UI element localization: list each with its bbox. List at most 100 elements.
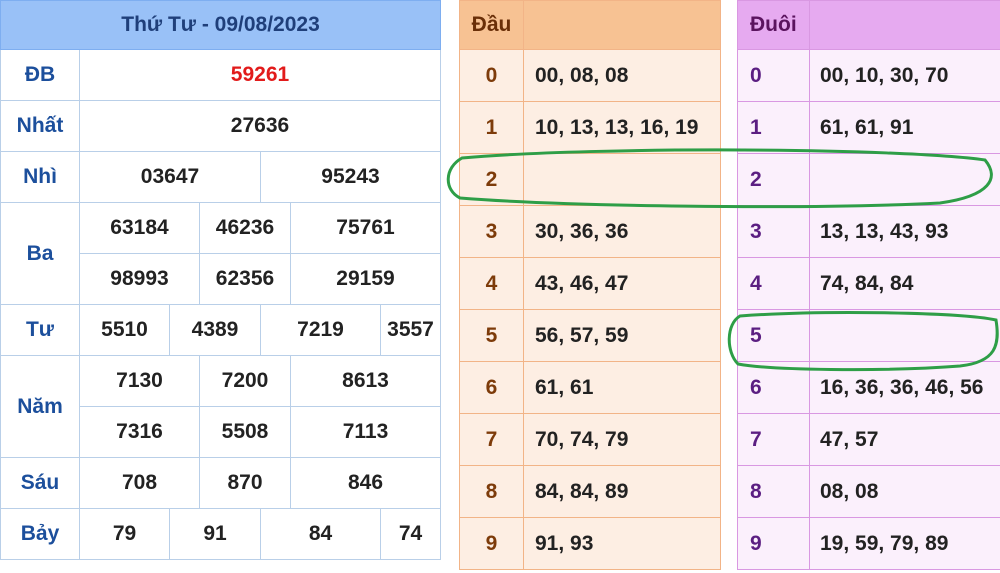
prize-number: 3557 bbox=[380, 304, 441, 356]
duoi-row: 7 47, 57 bbox=[737, 413, 1000, 466]
dau-row: 3 30, 36, 36 bbox=[459, 205, 721, 258]
prize-number: 91 bbox=[169, 508, 261, 560]
duoi-numbers: 74, 84, 84 bbox=[809, 257, 1000, 310]
prize-number: 74 bbox=[380, 508, 441, 560]
duoi-row: 8 08, 08 bbox=[737, 465, 1000, 518]
prize-row-sau: Sáu 708 870 846 bbox=[0, 457, 441, 509]
duoi-digit: 4 bbox=[737, 257, 810, 310]
dau-row: 8 84, 84, 89 bbox=[459, 465, 721, 518]
dau-numbers: 00, 08, 08 bbox=[523, 49, 721, 102]
prize-number: 98993 bbox=[79, 253, 200, 305]
prize-number: 846 bbox=[290, 457, 441, 509]
prize-number: 29159 bbox=[290, 253, 441, 305]
dau-numbers: 70, 74, 79 bbox=[523, 413, 721, 466]
prize-number: 4389 bbox=[169, 304, 261, 356]
prize-row-bay: Bảy 79 91 84 74 bbox=[0, 508, 441, 560]
prize-number: 95243 bbox=[260, 151, 441, 203]
prize-label: Nhất bbox=[0, 100, 80, 152]
duoi-digit: 0 bbox=[737, 49, 810, 102]
prize-number: 708 bbox=[79, 457, 200, 509]
dau-digit: 2 bbox=[459, 153, 524, 206]
prize-row-db: ĐB 59261 bbox=[0, 49, 441, 101]
duoi-numbers: 16, 36, 36, 46, 56 bbox=[809, 361, 1000, 414]
duoi-digit: 9 bbox=[737, 517, 810, 570]
dau-header-blank bbox=[523, 0, 721, 50]
results-title: Thứ Tư - 09/08/2023 bbox=[0, 0, 441, 50]
duoi-row: 1 61, 61, 91 bbox=[737, 101, 1000, 154]
dau-numbers bbox=[523, 153, 721, 206]
dau-digit: 1 bbox=[459, 101, 524, 154]
duoi-header: Đuôi bbox=[737, 0, 810, 50]
prize-row-nhat: Nhất 27636 bbox=[0, 100, 441, 152]
dau-row: 0 00, 08, 08 bbox=[459, 49, 721, 102]
prize-number: 75761 bbox=[290, 202, 441, 254]
dau-numbers: 91, 93 bbox=[523, 517, 721, 570]
dau-numbers: 10, 13, 13, 16, 19 bbox=[523, 101, 721, 154]
prize-number: 7113 bbox=[290, 406, 441, 458]
prize-number: 7219 bbox=[260, 304, 381, 356]
prize-label: Bảy bbox=[0, 508, 80, 560]
prize-number: 46236 bbox=[199, 202, 291, 254]
duoi-header-blank bbox=[809, 0, 1000, 50]
duoi-digit: 2 bbox=[737, 153, 810, 206]
duoi-digit: 8 bbox=[737, 465, 810, 518]
dau-digit: 8 bbox=[459, 465, 524, 518]
dau-digit: 0 bbox=[459, 49, 524, 102]
prize-number: 62356 bbox=[199, 253, 291, 305]
dau-digit: 4 bbox=[459, 257, 524, 310]
prize-row-nam: Năm 7130 7200 8613 bbox=[0, 355, 441, 458]
duoi-numbers: 19, 59, 79, 89 bbox=[809, 517, 1000, 570]
dau-digit: 7 bbox=[459, 413, 524, 466]
duoi-digit: 3 bbox=[737, 205, 810, 258]
special-prize-number: 59261 bbox=[79, 49, 441, 101]
dau-row: 7 70, 74, 79 bbox=[459, 413, 721, 466]
dau-numbers: 61, 61 bbox=[523, 361, 721, 414]
prize-number: 8613 bbox=[290, 355, 441, 407]
duoi-numbers: 61, 61, 91 bbox=[809, 101, 1000, 154]
dau-row: 2 bbox=[459, 153, 721, 206]
duoi-row: 0 00, 10, 30, 70 bbox=[737, 49, 1000, 102]
duoi-row: 6 16, 36, 36, 46, 56 bbox=[737, 361, 1000, 414]
prize-row-ba: Ba 63184 46236 75761 bbox=[0, 202, 441, 305]
dau-row: 6 61, 61 bbox=[459, 361, 721, 414]
duoi-row: 4 74, 84, 84 bbox=[737, 257, 1000, 310]
duoi-digit: 5 bbox=[737, 309, 810, 362]
prize-row-nhi: Nhì 03647 95243 bbox=[0, 151, 441, 203]
dau-digit: 5 bbox=[459, 309, 524, 362]
prize-number: 5510 bbox=[79, 304, 170, 356]
dau-row: 5 56, 57, 59 bbox=[459, 309, 721, 362]
duoi-digit: 6 bbox=[737, 361, 810, 414]
prize-number: 7200 bbox=[199, 355, 291, 407]
duoi-numbers bbox=[809, 153, 1000, 206]
prize-number: 5508 bbox=[199, 406, 291, 458]
prize-label: Ba bbox=[0, 202, 80, 305]
duoi-numbers: 08, 08 bbox=[809, 465, 1000, 518]
prize-number: 7130 bbox=[79, 355, 200, 407]
prize-number: 63184 bbox=[79, 202, 200, 254]
prize-label: Sáu bbox=[0, 457, 80, 509]
prize-number: 870 bbox=[199, 457, 291, 509]
prize-label: Năm bbox=[0, 355, 80, 458]
prize-number: 79 bbox=[79, 508, 170, 560]
dau-digit: 6 bbox=[459, 361, 524, 414]
duoi-row: 2 bbox=[737, 153, 1000, 206]
prize-number: 27636 bbox=[79, 100, 441, 152]
dau-digit: 9 bbox=[459, 517, 524, 570]
duoi-numbers bbox=[809, 309, 1000, 362]
dau-row: 4 43, 46, 47 bbox=[459, 257, 721, 310]
dau-row: 9 91, 93 bbox=[459, 517, 721, 570]
duoi-table: Đuôi 0 00, 10, 30, 70 1 61, 61, 91 2 3 13, 13,… bbox=[737, 0, 1000, 570]
prize-number: 84 bbox=[260, 508, 381, 560]
results-table: Thứ Tư - 09/08/2023 ĐB 59261 Nhất 27636 … bbox=[0, 0, 441, 560]
prize-label: Nhì bbox=[0, 151, 80, 203]
dau-row: 1 10, 13, 13, 16, 19 bbox=[459, 101, 721, 154]
prize-number: 7316 bbox=[79, 406, 200, 458]
dau-numbers: 43, 46, 47 bbox=[523, 257, 721, 310]
duoi-digit: 7 bbox=[737, 413, 810, 466]
duoi-numbers: 47, 57 bbox=[809, 413, 1000, 466]
duoi-row: 3 13, 13, 43, 93 bbox=[737, 205, 1000, 258]
prize-number: 03647 bbox=[79, 151, 261, 203]
duoi-digit: 1 bbox=[737, 101, 810, 154]
dau-header: Đầu bbox=[459, 0, 524, 50]
dau-table: Đầu 0 00, 08, 08 1 10, 13, 13, 16, 19 2 3 30, … bbox=[459, 0, 721, 570]
